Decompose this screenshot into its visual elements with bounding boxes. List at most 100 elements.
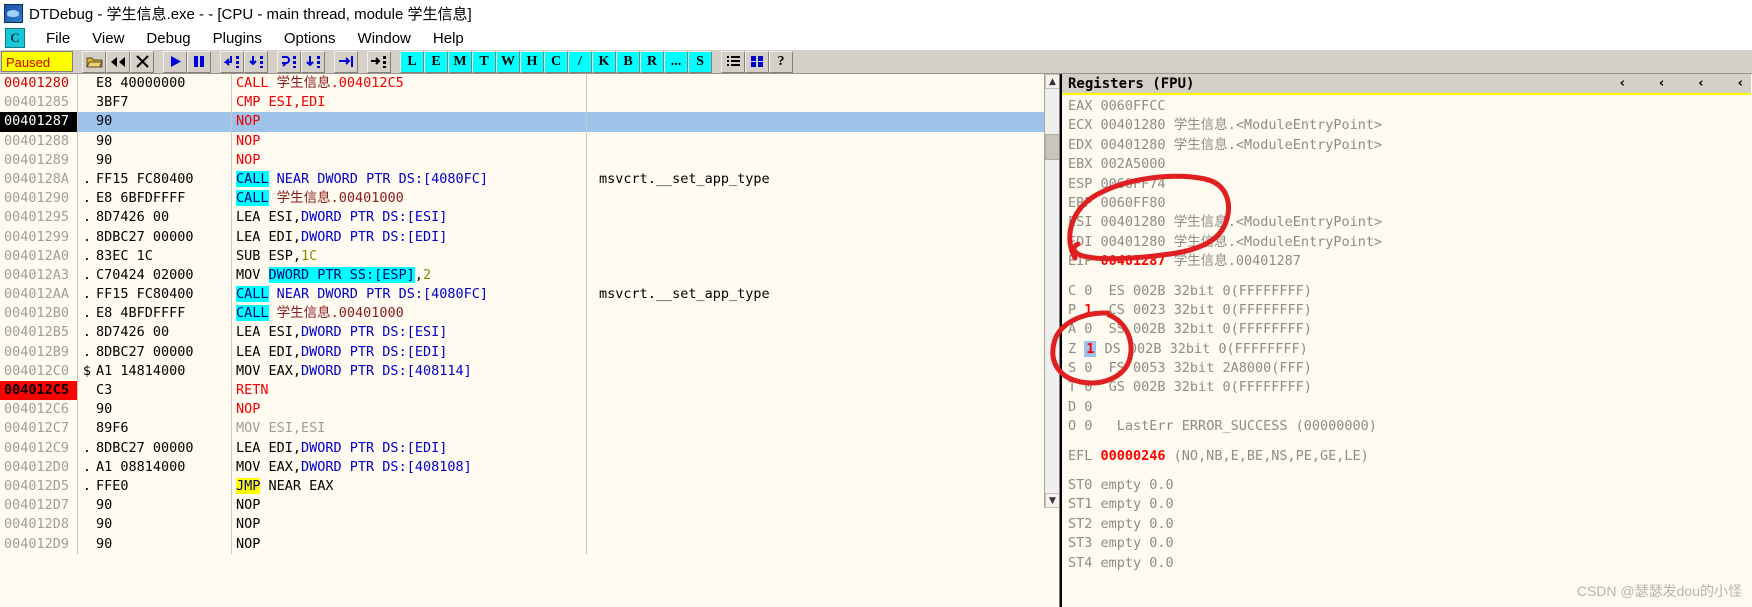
flag-row-p[interactable]: P 1 CS 0023 32bit 0(FFFFFFFF) bbox=[1068, 301, 1751, 320]
disassembly-row[interactable]: 004012C0 $ A1 14814000 MOV EAX,DWORD PTR DS… bbox=[0, 361, 1045, 381]
register-row-ebp[interactable]: EBP 0060FF80 bbox=[1068, 194, 1751, 213]
flag-row-z[interactable]: Z 1 DS 002B 32bit 0(FFFFFFFF) bbox=[1068, 340, 1751, 359]
pause-icon[interactable] bbox=[187, 50, 211, 73]
flag-value: 0 bbox=[1084, 360, 1109, 377]
disassembly-row[interactable]: 004012A0. 83EC 1C SUB ESP,1C bbox=[0, 246, 1045, 266]
trace-into-icon[interactable] bbox=[277, 50, 301, 73]
registers-pane[interactable]: Registers (FPU) ‹ ‹ ‹ ‹ EAX 0060FFCC ECX … bbox=[1060, 74, 1751, 607]
options-list-icon[interactable] bbox=[721, 50, 745, 73]
menu-item-view[interactable]: View bbox=[81, 29, 135, 48]
toolbar-references-button[interactable]: R bbox=[640, 50, 664, 73]
scroll-down-icon[interactable]: ▼ bbox=[1045, 493, 1059, 508]
toolbar-callstack-button[interactable]: K bbox=[592, 50, 616, 73]
toolbar-run-trace-button[interactable]: ... bbox=[664, 50, 688, 73]
fpu-row-st3[interactable]: ST3 empty 0.0 bbox=[1068, 534, 1751, 553]
fpu-row-st4[interactable]: ST4 empty 0.0 bbox=[1068, 554, 1751, 573]
fpu-row-st0[interactable]: ST0 empty 0.0 bbox=[1068, 476, 1751, 495]
disassembly-row[interactable]: 004012B9. 8DBC27 00000 LEA EDI,DWORD PTR D… bbox=[0, 342, 1045, 362]
disassembly-row[interactable]: 004012B5. 8D7426 00 LEA ESI,DWORD PTR DS:[… bbox=[0, 323, 1045, 343]
toolbar-windows-button[interactable]: W bbox=[496, 50, 520, 73]
toolbar-patches-button[interactable]: / bbox=[568, 50, 592, 73]
register-row-eip[interactable]: EIP 00401287 学生信息.00401287 bbox=[1068, 252, 1751, 271]
disassembly-row[interactable]: 00401280 E8 40000000 CALL 学生信息.004012C5 bbox=[0, 74, 1045, 94]
register-row-ebx[interactable]: EBX 002A5000 bbox=[1068, 155, 1751, 174]
disassembly-row[interactable]: 004012C6 90 NOP bbox=[0, 400, 1045, 420]
scrollbar-thumb[interactable] bbox=[1045, 134, 1059, 160]
flag-row-s[interactable]: S 0 FS 0053 32bit 2A8000(FFF) bbox=[1068, 359, 1751, 378]
menu-item-options[interactable]: Options bbox=[273, 29, 347, 48]
flag-row-t[interactable]: T 0 GS 002B 32bit 0(FFFFFFFF) bbox=[1068, 378, 1751, 397]
disassembly-row[interactable]: 00401295. 8D7426 00 LEA ESI,DWORD PTR DS:[… bbox=[0, 208, 1045, 228]
fpu-value: ST3 empty 0.0 bbox=[1068, 535, 1174, 552]
disassembly-row[interactable]: 00401290. E8 6BFDFFFF CALL 学生信息.00401000 bbox=[0, 189, 1045, 209]
chevron-left-icon[interactable]: ‹ bbox=[1659, 76, 1664, 91]
trace-over-icon[interactable] bbox=[301, 50, 325, 73]
disassembly-row[interactable]: 0040128A. FF15 FC80400 CALL NEAR DWORD PTR… bbox=[0, 169, 1045, 190]
fpu-row-st2[interactable]: ST2 empty 0.0 bbox=[1068, 515, 1751, 534]
flag-row-c[interactable]: C 0 ES 002B 32bit 0(FFFFFFFF) bbox=[1068, 282, 1751, 301]
execute-till-return-icon[interactable] bbox=[334, 50, 358, 73]
disassembly-row[interactable]: 00401285 3BF7 CMP ESI,EDI bbox=[0, 93, 1045, 113]
disassembly-row[interactable]: 00401288 90 NOP bbox=[0, 131, 1045, 151]
menu-item-plugins[interactable]: Plugins bbox=[202, 29, 273, 48]
register-row-esp[interactable]: ESP 0060FF74 bbox=[1068, 175, 1751, 194]
menu-item-window[interactable]: Window bbox=[347, 29, 422, 48]
step-into-icon[interactable] bbox=[220, 50, 244, 73]
register-row-edx[interactable]: EDX 00401280 学生信息.<ModuleEntryPoint> bbox=[1068, 136, 1751, 155]
execute-till-cursor-icon[interactable] bbox=[367, 50, 391, 73]
disassembly-row[interactable]: 004012B0. E8 4BFDFFFF CALL 学生信息.00401000 bbox=[0, 304, 1045, 324]
disassembly-row[interactable]: 00401287 90 NOP bbox=[0, 112, 1045, 132]
flag-row-d[interactable]: D 0 bbox=[1068, 398, 1751, 417]
disassembly-row[interactable]: 004012C9. 8DBC27 00000 LEA EDI,DWORD PTR D… bbox=[0, 438, 1045, 458]
menu-item-help[interactable]: Help bbox=[422, 29, 475, 48]
disassembly-scrollbar[interactable]: ▲ ▼ bbox=[1044, 74, 1059, 508]
restart-icon[interactable] bbox=[106, 50, 130, 73]
toolbar-breakpoints-button[interactable]: B bbox=[616, 50, 640, 73]
toolbar-source-button[interactable]: S bbox=[688, 50, 712, 73]
register-row-eax[interactable]: EAX 0060FFCC bbox=[1068, 97, 1751, 116]
help-icon[interactable]: ? bbox=[769, 50, 793, 73]
open-folder-icon[interactable] bbox=[82, 50, 106, 73]
cpu-disassembly-pane[interactable]: 00401280 E8 40000000 CALL 学生信息.004012C5 004… bbox=[0, 74, 1060, 607]
disassembly-row[interactable]: 004012D8 90 NOP bbox=[0, 515, 1045, 535]
flag-row-o[interactable]: O 0 LastErr ERROR_SUCCESS (00000000) bbox=[1068, 417, 1751, 436]
disassembly-row[interactable]: 004012D0. A1 08814000 MOV EAX,DWORD PTR DS… bbox=[0, 457, 1045, 477]
fpu-row-st1[interactable]: ST1 empty 0.0 bbox=[1068, 495, 1751, 514]
run-icon[interactable] bbox=[163, 50, 187, 73]
toolbar-log-button[interactable]: L bbox=[400, 50, 424, 73]
chevron-left-icon[interactable]: ‹ bbox=[1738, 76, 1743, 91]
chevron-left-icon[interactable]: ‹ bbox=[1620, 76, 1625, 91]
register-row-ecx[interactable]: ECX 00401280 学生信息.<ModuleEntryPoint> bbox=[1068, 116, 1751, 135]
toolbar-executables-button[interactable]: E bbox=[424, 50, 448, 73]
chevron-left-icon[interactable]: ‹ bbox=[1698, 76, 1703, 91]
toolbar-cpu-button[interactable]: C bbox=[544, 50, 568, 73]
disassembly-list[interactable]: 00401280 E8 40000000 CALL 学生信息.004012C5 004… bbox=[0, 74, 1045, 554]
windows-tile-icon[interactable] bbox=[745, 50, 769, 73]
disassembly-row[interactable]: 004012AA. FF15 FC80400 CALL NEAR DWORD PTR… bbox=[0, 285, 1045, 305]
register-row-esi[interactable]: ESI 00401280 学生信息.<ModuleEntryPoint> bbox=[1068, 213, 1751, 232]
disassembly-row[interactable]: 00401299. 8DBC27 00000 LEA EDI,DWORD PTR D… bbox=[0, 227, 1045, 247]
toolbar-threads-button[interactable]: T bbox=[472, 50, 496, 73]
step-over-icon[interactable] bbox=[244, 50, 268, 73]
disassembly-row[interactable]: 004012D9 90 NOP bbox=[0, 534, 1045, 554]
disassembly-row[interactable]: 004012D7 90 NOP bbox=[0, 496, 1045, 516]
disassembly-row[interactable]: 00401289 90 NOP bbox=[0, 150, 1045, 170]
toolbar-handles-button[interactable]: H bbox=[520, 50, 544, 73]
fpu-value: ST4 empty 0.0 bbox=[1068, 554, 1174, 571]
scroll-up-icon[interactable]: ▲ bbox=[1045, 74, 1059, 89]
disassembly-row[interactable]: 004012D5. FFE0 JMP NEAR EAX bbox=[0, 476, 1045, 497]
menu-item-file[interactable]: File bbox=[35, 29, 81, 48]
system-menu-icon[interactable]: C bbox=[5, 28, 25, 48]
menu-item-debug[interactable]: Debug bbox=[135, 29, 201, 48]
row-instruction: NOP bbox=[232, 515, 587, 535]
disassembly-row[interactable]: 004012C7 89F6 MOV ESI,ESI bbox=[0, 419, 1045, 439]
disassembly-row[interactable]: 004012C5 C3 RETN bbox=[0, 381, 1045, 401]
registers-body[interactable]: EAX 0060FFCC ECX 00401280 学生信息.<ModuleEnt… bbox=[1062, 95, 1751, 573]
flag-row-a[interactable]: A 0 SS 002B 32bit 0(FFFFFFFF) bbox=[1068, 320, 1751, 339]
close-icon[interactable] bbox=[130, 50, 154, 73]
disassembly-row[interactable]: 004012A3. C70424 02000 MOV DWORD PTR SS:[E… bbox=[0, 265, 1045, 286]
register-value: 0060FFCC bbox=[1100, 98, 1166, 114]
register-row-efl[interactable]: EFL 00000246 (NO,NB,E,BE,NS,PE,GE,LE) bbox=[1068, 447, 1751, 466]
toolbar-memory-button[interactable]: M bbox=[448, 50, 472, 73]
register-row-edi[interactable]: EDI 00401280 学生信息.<ModuleEntryPoint> bbox=[1068, 233, 1751, 252]
